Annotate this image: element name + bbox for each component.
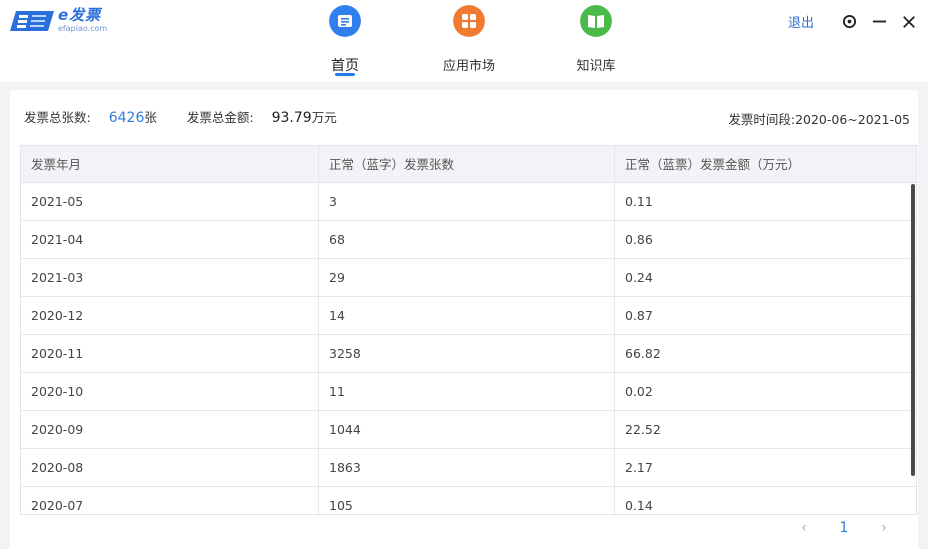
cell-month: 2021-03 xyxy=(21,259,319,296)
total-amount-unit: 万元 xyxy=(311,110,337,125)
cell-amount: 0.02 xyxy=(625,384,653,399)
table-header: 发票年月 正常（蓝字）发票张数 正常（蓝票）发票金额（万元） xyxy=(21,146,916,183)
total-amount-label: 发票总金额: xyxy=(186,110,254,125)
cell-amount: 66.82 xyxy=(625,346,661,361)
nav-item-home[interactable]: 首页 xyxy=(300,0,390,82)
table-row: 2020-09 1044 22.52 xyxy=(21,411,916,449)
cell-amount: 0.24 xyxy=(625,270,653,285)
table-row: 2020-07 105 0.14 xyxy=(21,487,916,514)
cell-amount: 0.86 xyxy=(625,232,653,247)
cell-month: 2020-08 xyxy=(21,449,319,486)
minimize-icon[interactable] xyxy=(870,13,888,31)
cell-month: 2020-07 xyxy=(21,487,319,514)
table-row: 2021-05 3 0.11 xyxy=(21,183,916,221)
cell-amount: 22.52 xyxy=(625,422,661,437)
nav-label-home: 首页 xyxy=(331,58,359,74)
pagination: ‹ 1 › xyxy=(784,520,904,536)
column-header-month: 发票年月 xyxy=(21,146,319,182)
cell-count: 11 xyxy=(319,373,615,410)
cell-month: 2021-05 xyxy=(21,183,319,220)
table-row: 2020-12 14 0.87 xyxy=(21,297,916,335)
table-row: 2021-03 29 0.24 xyxy=(21,259,916,297)
logout-link[interactable]: 退出 xyxy=(788,12,814,31)
cell-month: 2021-04 xyxy=(21,221,319,258)
nav-item-knowledge-base[interactable]: 知识库 xyxy=(551,0,641,82)
period-value: 2020-06~2021-05 xyxy=(795,112,910,127)
cell-month: 2020-09 xyxy=(21,411,319,448)
logo-icon xyxy=(10,10,54,31)
cell-count: 105 xyxy=(319,487,615,514)
table-scrollbar[interactable] xyxy=(911,184,915,476)
app-grid-icon xyxy=(453,5,485,37)
table-body: 2021-05 3 0.11 2021-04 68 0.86 2021-03 2… xyxy=(21,183,916,514)
table-row: 2020-10 11 0.02 xyxy=(21,373,916,411)
table-row: 2020-08 1863 2.17 xyxy=(21,449,916,487)
nav-item-app-market[interactable]: 应用市场 xyxy=(424,0,514,82)
logo-subtitle: efapiao.com xyxy=(58,24,108,33)
cell-count: 3258 xyxy=(319,335,615,372)
nav-label-app-market: 应用市场 xyxy=(442,59,495,74)
cell-amount: 0.11 xyxy=(625,194,653,209)
cell-month: 2020-10 xyxy=(21,373,319,410)
table-row: 2020-11 3258 66.82 xyxy=(21,335,916,373)
total-count-value: 6426 xyxy=(108,110,145,126)
cell-amount: 2.17 xyxy=(625,460,653,475)
period-label: 发票时间段: xyxy=(728,112,796,127)
top-bar: e发票 efapiao.com 首页 应用市场 知识库 退出 xyxy=(0,0,928,82)
cell-amount: 0.14 xyxy=(625,498,653,513)
cell-amount: 0.87 xyxy=(625,308,653,323)
active-tab-indicator xyxy=(335,73,355,76)
home-doc-icon xyxy=(329,5,361,37)
book-icon xyxy=(580,5,612,37)
invoice-stats: 发票总张数: 6426 张 发票总金额: 93.79 万元 xyxy=(24,107,337,126)
settings-icon[interactable] xyxy=(840,13,858,31)
page-number-current[interactable]: 1 xyxy=(824,520,864,536)
logo-title: e发票 xyxy=(58,6,102,24)
app-logo: e发票 efapiao.com xyxy=(10,8,107,33)
invoice-period: 发票时间段:2020-06~2021-05 xyxy=(728,109,910,128)
cell-count: 1044 xyxy=(319,411,615,448)
prev-page-button[interactable]: ‹ xyxy=(784,520,824,536)
cell-month: 2020-11 xyxy=(21,335,319,372)
table-row: 2021-04 68 0.86 xyxy=(21,221,916,259)
next-page-button[interactable]: › xyxy=(864,520,904,536)
close-icon[interactable] xyxy=(900,13,918,31)
cell-count: 1863 xyxy=(319,449,615,486)
cell-count: 14 xyxy=(319,297,615,334)
invoice-table: 发票年月 正常（蓝字）发票张数 正常（蓝票）发票金额（万元） 2021-05 3… xyxy=(20,145,917,515)
cell-month: 2020-12 xyxy=(21,297,319,334)
nav-label-knowledge-base: 知识库 xyxy=(576,59,616,74)
cell-count: 29 xyxy=(319,259,615,296)
total-amount-value: 93.79 xyxy=(271,110,312,126)
column-header-amount: 正常（蓝票）发票金额（万元） xyxy=(625,157,801,172)
total-count-label: 发票总张数: xyxy=(24,110,91,125)
total-count-unit: 张 xyxy=(144,110,157,125)
cell-count: 68 xyxy=(319,221,615,258)
column-header-count: 正常（蓝字）发票张数 xyxy=(319,146,615,182)
invoice-summary-card: 发票总张数: 6426 张 发票总金额: 93.79 万元 发票时间段:2020… xyxy=(10,90,918,549)
cell-count: 3 xyxy=(319,183,615,220)
window-controls: 退出 xyxy=(788,12,918,31)
